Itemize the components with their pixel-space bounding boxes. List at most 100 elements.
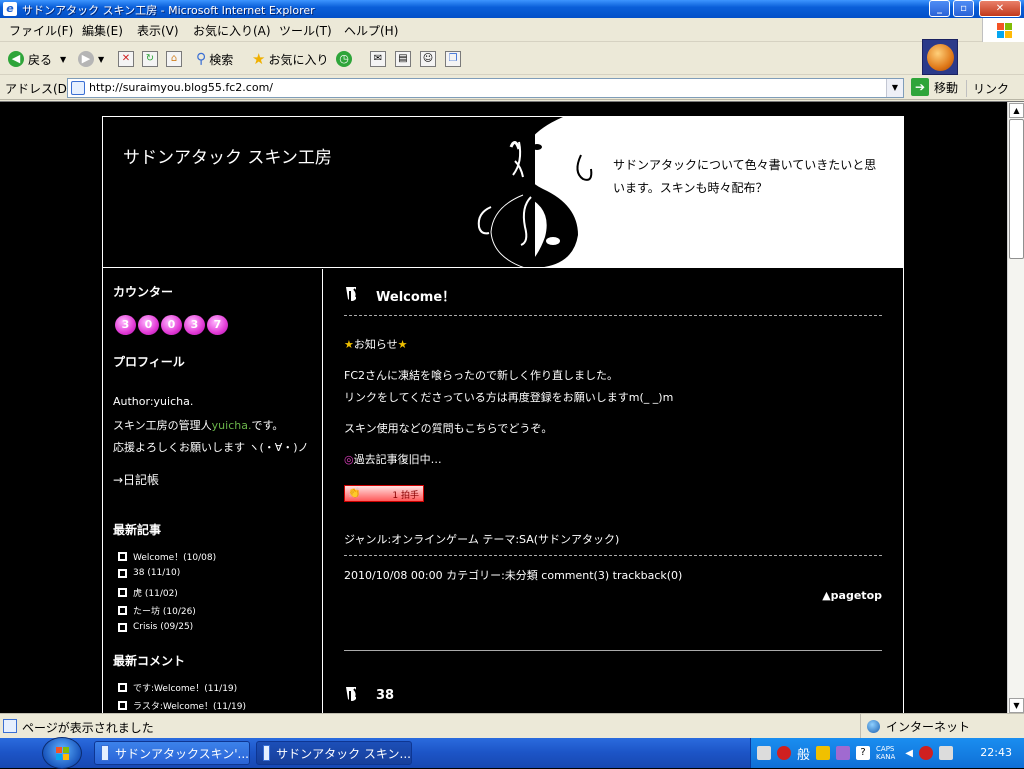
title-bar: e サドンアタック スキン工房 - Microsoft Internet Exp… [0, 0, 1024, 18]
clap-count: 1 拍手 [392, 491, 419, 501]
main-content: Welcome！ ★お知らせ★ FC2さんに凍結を喰らったので新しく作り直しまし… [324, 269, 904, 713]
recent-post-item[interactable]: たー坊 (10/26) [118, 604, 196, 617]
profile-text: スキン工房の管理人 [113, 419, 212, 432]
history-icon: ◷ [336, 51, 352, 67]
search-label: 検索 [209, 52, 234, 67]
scroll-up-icon[interactable]: ▲ [1009, 103, 1024, 118]
recent-post-link[interactable]: Crisis (09/25) [133, 622, 193, 632]
entry-line: スキン使用などの質問もこちらでどうぞ。 [344, 422, 553, 435]
start-button[interactable] [42, 737, 82, 769]
window-button[interactable]: ❐ [445, 49, 461, 69]
forward-button[interactable]: ▶ ▼ [78, 49, 104, 69]
favorites-label: お気に入り [268, 52, 329, 67]
refresh-button[interactable]: ↻ [142, 49, 158, 69]
stop-button[interactable]: ✕ [118, 49, 134, 69]
ime-mode[interactable]: 般 [797, 744, 810, 763]
clock[interactable]: 22:43 [980, 746, 1012, 759]
recent-post-item[interactable]: 虎 (11/02) [118, 586, 178, 599]
help-icon[interactable]: ? [856, 746, 871, 760]
home-button[interactable]: ⌂ [166, 49, 182, 69]
pagetop-link[interactable]: ▲pagetop [822, 589, 882, 602]
entry-marker-icon [344, 685, 364, 705]
taskbar-item-label: サドンアタックスキン'... [114, 746, 249, 761]
status-bar: ページが表示されました インターネット [0, 713, 1024, 738]
zone-label: インターネット [886, 719, 971, 734]
tray-expand-icon[interactable]: ◀ [905, 748, 913, 759]
recent-post-item[interactable]: 38 (11/10) [118, 568, 180, 578]
window-icon: ❐ [445, 51, 461, 67]
forward-dropdown-icon[interactable]: ▼ [98, 55, 104, 64]
blog-title[interactable]: サドンアタック スキン工房 [123, 143, 332, 168]
profile-name-link[interactable]: yuicha. [212, 419, 252, 432]
ie-task-icon [101, 745, 109, 761]
bullet-icon [118, 606, 127, 615]
clap-button[interactable]: 👏 1 拍手 [344, 485, 424, 502]
recent-post-link[interactable]: 虎 (11/02) [133, 586, 178, 599]
vertical-scrollbar[interactable]: ▲ ▼ [1007, 102, 1024, 713]
counter-digit: 3 [184, 315, 205, 335]
ime-pad-icon[interactable] [836, 746, 851, 760]
diary-link[interactable]: →日記帳 [113, 471, 159, 488]
volume-icon[interactable] [939, 746, 953, 760]
recent-post-item[interactable]: Crisis (09/25) [118, 622, 193, 632]
scroll-down-icon[interactable]: ▼ [1009, 698, 1024, 713]
profile-line2: 応援よろしくお願いします ヽ(・∀・)ノ [113, 441, 309, 454]
genre-line[interactable]: ジャンル:オンラインゲーム テーマ:SA(サドンアタック) [344, 531, 619, 547]
recent-post-link[interactable]: 38 (11/10) [133, 568, 180, 578]
maximize-button[interactable]: ▫ [953, 0, 974, 17]
recent-post-item[interactable]: Welcome！(10/08) [118, 550, 216, 563]
taskbar-item[interactable]: サドンアタックスキン'... [94, 741, 250, 765]
recent-comment-item[interactable]: です:Welcome！(11/19) [118, 681, 237, 694]
entry-line: FC2さんに凍結を喰らったので新しく作り直しました。 [344, 369, 619, 382]
close-button[interactable]: ✕ [979, 0, 1021, 17]
go-arrow-icon: ➔ [911, 78, 929, 96]
back-dropdown-icon[interactable]: ▼ [60, 55, 66, 64]
entry-header: 38 [344, 685, 394, 705]
ime-tool-icon[interactable] [816, 746, 831, 760]
ie-task-icon [263, 745, 271, 761]
sidebar: カウンター 3 0 0 3 7 プロフィール Author:yuicha. スキ… [103, 269, 323, 713]
circle-icon: ◎ [344, 453, 354, 466]
back-button[interactable]: ◀ 戻る ▼ [8, 49, 66, 69]
favorites-button[interactable]: ★ お気に入り [252, 49, 328, 69]
history-button[interactable]: ◷ [336, 49, 356, 69]
recent-post-link[interactable]: Welcome！(10/08) [133, 550, 216, 563]
messenger-button[interactable]: ☺ [420, 49, 436, 69]
print-button[interactable]: ▤ [395, 49, 411, 69]
scroll-thumb[interactable] [1009, 119, 1024, 259]
menu-tools[interactable]: ツール(T) [279, 22, 332, 39]
recent-post-link[interactable]: たー坊 (10/26) [133, 604, 196, 617]
mail-icon: ✉ [370, 51, 386, 67]
recent-comment-item[interactable]: ラスタ:Welcome！(11/19) [118, 699, 246, 712]
recent-comment-link[interactable]: ラスタ:Welcome！(11/19) [133, 699, 246, 712]
ime-icon[interactable] [777, 746, 791, 760]
keyboard-icon[interactable] [757, 746, 771, 760]
address-dropdown-icon[interactable]: ▼ [886, 79, 903, 97]
entry-title[interactable]: 38 [376, 688, 394, 703]
links-button[interactable]: リンク [966, 80, 1009, 97]
menu-view[interactable]: 表示(V) [137, 22, 179, 39]
counter-digit: 0 [138, 315, 159, 335]
menu-favorites[interactable]: お気に入り(A) [193, 22, 271, 39]
minimize-button[interactable]: _ [929, 0, 950, 17]
entry-title[interactable]: Welcome！ [376, 286, 455, 305]
ie-icon: e [3, 2, 17, 16]
bullet-icon [118, 701, 127, 710]
stop-icon: ✕ [118, 51, 134, 67]
security-shield-icon[interactable] [919, 746, 933, 760]
menu-edit[interactable]: 編集(E) [82, 22, 123, 39]
page-status-icon [3, 719, 17, 733]
search-button[interactable]: ⚲ 検索 [196, 49, 233, 69]
address-input[interactable]: http://suraimyou.blog55.fc2.com/ ▼ [67, 78, 904, 98]
toolbar: ◀ 戻る ▼ ▶ ▼ ✕ ↻ ⌂ ⚲ 検索 ★ お気に入り ◷ ✉ ▤ ☺ ❐ [0, 39, 1024, 75]
mail-button[interactable]: ✉ [370, 49, 386, 69]
recent-comment-link[interactable]: です:Welcome！(11/19) [133, 681, 237, 694]
profile-text: です。 [251, 419, 284, 432]
menu-help[interactable]: ヘルプ(H) [344, 22, 398, 39]
menu-file[interactable]: ファイル(F) [9, 22, 73, 39]
go-button[interactable]: ➔ 移動 [911, 78, 958, 96]
counter-digit: 3 [115, 315, 136, 335]
entry-meta[interactable]: 2010/10/08 00:00 カテゴリー:未分類 comment(3) tr… [344, 567, 682, 583]
notice-text: お知らせ [353, 338, 398, 351]
taskbar-item-active[interactable]: サドンアタック スキン... [256, 741, 412, 765]
